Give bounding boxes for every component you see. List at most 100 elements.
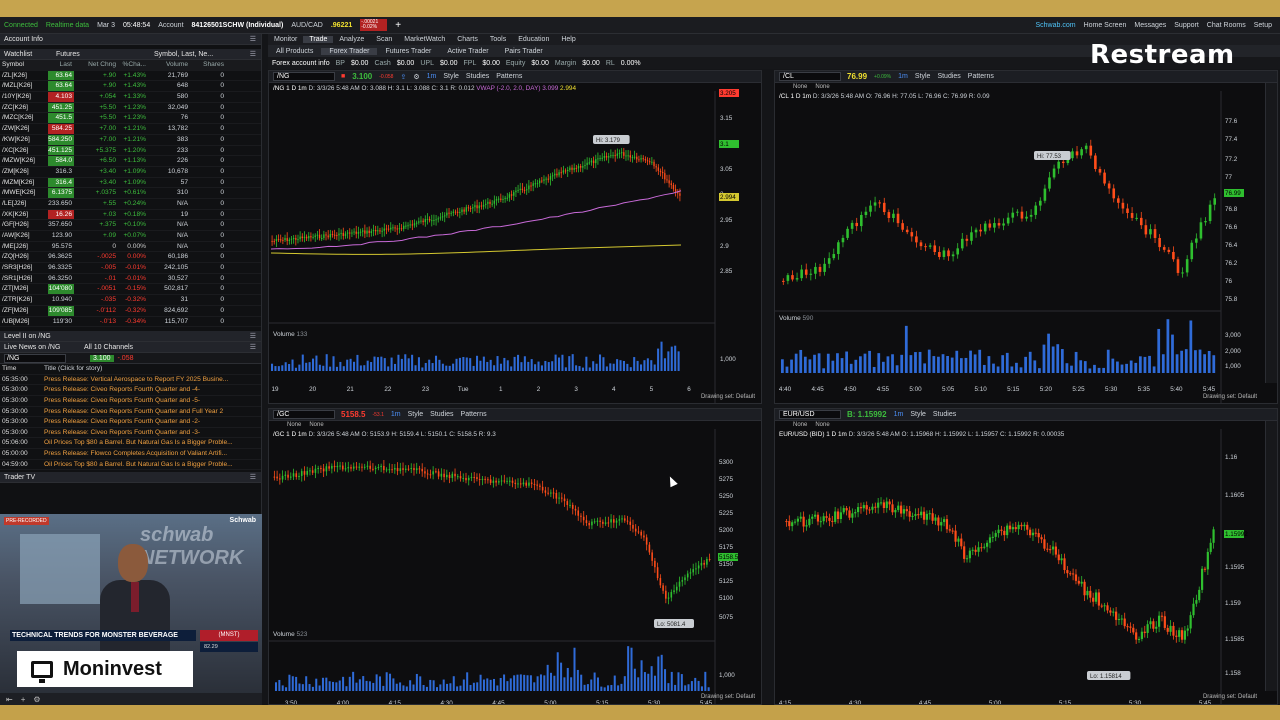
- watchlist-row[interactable]: /MZM[K26] 316.4 +3.40 +1.09% 57 0: [0, 177, 261, 189]
- gear-icon[interactable]: ⚙: [33, 695, 40, 704]
- eurusd-price-plot[interactable]: 1.16 1.1605 1.15992 1.1595 1.159 1.1585 1.158 L…: [775, 409, 1278, 705]
- watchlist-row[interactable]: /SR1[H26] 96.3250 -.01 -0.01% 30,527 0: [0, 274, 261, 285]
- watchlist-row[interactable]: /ZT[M26] 104'080 -.0051 -0.15% 502,817 0: [0, 284, 261, 296]
- news-item[interactable]: 05:30:00 Press Release: Civeo Reports Fou…: [0, 385, 261, 396]
- news-headline[interactable]: Press Release: Flowco Completes Acquisit…: [44, 449, 227, 459]
- subtab-all-products[interactable]: All Products: [268, 48, 321, 55]
- watchlist-row[interactable]: /AW[K26] 123.90 +.09 +0.07% N/A 0: [0, 231, 261, 242]
- watchlist-row[interactable]: /XK[K26] 16.26 +.03 +0.18% 19 0: [0, 209, 261, 221]
- news-headline[interactable]: Oil Prices Top $80 a Barrel. But Natural…: [44, 460, 233, 470]
- eurusd-side-toolbar[interactable]: [1265, 421, 1277, 691]
- news-symbol-input[interactable]: /NG: [4, 353, 66, 363]
- watchlist-row[interactable]: /ZF[M26] 109'085 -.0'112 -0.32% 824,692 0: [0, 305, 261, 317]
- live-news-header[interactable]: Live News on /NG All 10 Channels ☰: [0, 342, 261, 354]
- chat-rooms-button[interactable]: Chat Rooms: [1207, 22, 1246, 29]
- nav-tab-monitor[interactable]: Monitor: [268, 36, 303, 43]
- news-headline[interactable]: Press Release: Civeo Reports Fourth Quar…: [44, 417, 200, 427]
- subtab-futures-trader[interactable]: Futures Trader: [377, 48, 439, 55]
- column-header[interactable]: Last: [48, 60, 74, 70]
- add-icon[interactable]: +: [21, 695, 26, 704]
- news-item[interactable]: 04:59:00 Oil Prices Top $80 a Barrel. But…: [0, 460, 261, 471]
- watchlist-row[interactable]: /ZL[K26] 63.64 +.90 +1.43% 21,769 0: [0, 70, 261, 82]
- watchlist-header[interactable]: Watchlist Futures Symbol, Last, Ne... ☰: [0, 49, 261, 60]
- nav-tab-analyze[interactable]: Analyze: [333, 36, 370, 43]
- news-headline[interactable]: Press Release: Civeo Reports Fourth Quar…: [44, 428, 200, 438]
- news-headline[interactable]: Oil Prices Top $80 a Barrel. But Natural…: [44, 438, 233, 448]
- subtab-forex-trader[interactable]: Forex Trader: [321, 47, 378, 55]
- gc-chart-panel[interactable]: /GC 5158.5 -53.1 1m Style Studies Patter…: [268, 408, 762, 705]
- news-headline[interactable]: Press Release: Vertical Aerospace to Rep…: [44, 375, 228, 385]
- news-headline[interactable]: Press Release: Civeo Reports Fourth Quar…: [44, 407, 223, 417]
- cl-chart-panel[interactable]: /CL 76.99 +0.09% 1m Style Studies Patter…: [774, 70, 1278, 404]
- news-item[interactable]: 05:30:00 Press Release: Civeo Reports Fou…: [0, 407, 261, 418]
- cl-side-toolbar[interactable]: [1265, 83, 1277, 383]
- watchlist-row[interactable]: /ZQ[H26] 96.3625 -.0025 0.00% 60,186 0: [0, 252, 261, 264]
- nav-tab-marketwatch[interactable]: MarketWatch: [398, 36, 451, 43]
- news-channel-filter[interactable]: All 10 Channels: [84, 344, 133, 351]
- watchlist-row[interactable]: /SR3[H26] 96.3325 -.005 -0.01% 242,105 0: [0, 263, 261, 274]
- watchlist-row[interactable]: /LE[J26] 233.650 +.55 +0.24% N/A 0: [0, 199, 261, 210]
- watchlist-row[interactable]: /GF[H26] 357.650 +.375 +0.10% N/A 0: [0, 220, 261, 231]
- nav-tab-help[interactable]: Help: [555, 36, 581, 43]
- nav-tab-trade[interactable]: Trade: [303, 36, 334, 43]
- trader-tv-header[interactable]: Trader TV ☰: [0, 472, 261, 484]
- news-headline[interactable]: Press Release: Civeo Reports Fourth Quar…: [44, 396, 200, 406]
- setup-button[interactable]: Setup: [1254, 22, 1272, 29]
- nav-tab-charts[interactable]: Charts: [451, 36, 484, 43]
- level2-header[interactable]: Level II on /NG ☰: [0, 331, 261, 343]
- watchlist-row[interactable]: /10Y[K26] 4.103 +.054 +1.33% 580 0: [0, 92, 261, 103]
- news-item[interactable]: 05:35:00 Press Release: Vertical Aerospac…: [0, 375, 261, 386]
- ng-drawing-set[interactable]: Drawing set: Default: [701, 394, 755, 400]
- ng-chart-panel[interactable]: /NG ■ 3.100 -0.058 ⇪ ⚙ 1m Style Studies …: [268, 70, 762, 404]
- audcad-symbol[interactable]: AUD/CAD: [291, 22, 323, 29]
- column-header[interactable]: Volume: [148, 60, 190, 70]
- home-screen-button[interactable]: Home Screen: [1084, 22, 1127, 29]
- watchlist-row[interactable]: /MZL[K26] 63.64 +.90 +1.43% 648 0: [0, 81, 261, 93]
- watchlist-row[interactable]: /MWE[K26] 6.1375 +.0375 +0.61% 310 0: [0, 188, 261, 199]
- messages-button[interactable]: Messages: [1134, 22, 1166, 29]
- news-headline[interactable]: Press Release: Civeo Reports Fourth Quar…: [44, 385, 200, 395]
- collapse-icon[interactable]: ⇤: [6, 695, 13, 704]
- news-item[interactable]: 05:30:00 Press Release: Civeo Reports Fou…: [0, 417, 261, 428]
- add-gadget-button[interactable]: +: [395, 20, 401, 31]
- nav-tab-education[interactable]: Education: [512, 36, 555, 43]
- cl-drawing-set[interactable]: Drawing set: Default: [1203, 394, 1257, 400]
- column-header[interactable]: Shares: [190, 60, 226, 70]
- nav-tab-tools[interactable]: Tools: [484, 36, 512, 43]
- symbol-search-input[interactable]: Symbol, Last, Ne...: [154, 51, 213, 58]
- column-header[interactable]: %Cha...: [118, 60, 148, 70]
- news-item[interactable]: 05:30:00 Press Release: Civeo Reports Fou…: [0, 396, 261, 407]
- watchlist-row[interactable]: /MZW[K26] 584.0 +6.50 +1.13% 226 0: [0, 156, 261, 167]
- watchlist-row[interactable]: /UB[M26] 119'30 -.0'13 -0.34% 115,707 0: [0, 317, 261, 328]
- watchlist-row[interactable]: /KW[K26] 584.250 +7.00 +1.21% 383 0: [0, 134, 261, 146]
- watchlist-row[interactable]: /ZM[K26] 316.3 +3.40 +1.09% 10,678 0: [0, 167, 261, 178]
- gc-price-plot[interactable]: 5300 5275 5250 5225 5200 5175 5158.55150 5125 51…: [269, 409, 762, 705]
- eur-candle: [928, 510, 931, 520]
- watchlist-row[interactable]: /ZTR[K26] 10.940 -.035 -0.32% 31 0: [0, 295, 261, 306]
- watchlist-row[interactable]: /ME[J26] 95.575 0 0.00% N/A 0: [0, 242, 261, 253]
- watchlist-column-headers[interactable]: Symbol Last Net Chng %Cha... Volume Shares: [0, 60, 261, 71]
- eurusd-chart-panel[interactable]: EUR/USD B: 1.15992 1m Style Studies None…: [774, 408, 1278, 705]
- news-column-headers[interactable]: Time Title (Click for story): [0, 364, 261, 375]
- gc-drawing-set[interactable]: Drawing set: Default: [701, 694, 755, 700]
- column-header[interactable]: Symbol: [2, 60, 48, 70]
- subtab-active-trader[interactable]: Active Trader: [439, 48, 496, 55]
- column-header[interactable]: Net Chng: [74, 60, 118, 70]
- subtab-pairs-trader[interactable]: Pairs Trader: [497, 48, 551, 55]
- eurusd-drawing-set[interactable]: Drawing set: Default: [1203, 694, 1257, 700]
- cl-price-plot[interactable]: 77.6 77.4 77.2 77 76.99 76.8 76.6 76.4 76.2 76 75.…: [775, 71, 1278, 404]
- watchlist-row[interactable]: /XC[K26] 451.125 +5.375 +1.20% 233 0: [0, 145, 261, 157]
- ng-price-plot[interactable]: 3.205 3.15 3.1 3.05 3 2.994 2.95 2.9 2.85 Hi: 3.1…: [269, 71, 762, 404]
- nav-tab-scan[interactable]: Scan: [370, 36, 398, 43]
- schwab-link[interactable]: Schwab.com: [1035, 22, 1075, 29]
- watchlist-row[interactable]: /ZW[K26] 584.25 +7.00 +1.21% 13,782 0: [0, 124, 261, 135]
- watchlist-select[interactable]: Futures: [56, 51, 136, 58]
- watchlist-row[interactable]: /ZC[K26] 451.25 +5.50 +1.23% 32,049 0: [0, 102, 261, 114]
- watchlist-row[interactable]: /MZC[K26] 451.5 +5.50 +1.23% 76 0: [0, 113, 261, 125]
- news-item[interactable]: 05:00:00 Press Release: Flowco Completes …: [0, 449, 261, 460]
- account-select[interactable]: 84126501SCHW (Individual): [192, 22, 284, 29]
- account-info-header[interactable]: Account Info ☰: [0, 34, 261, 45]
- news-item[interactable]: 05:06:00 Oil Prices Top $80 a Barrel. But…: [0, 438, 261, 449]
- news-item[interactable]: 05:30:00 Press Release: Civeo Reports Fou…: [0, 428, 261, 439]
- support-button[interactable]: Support: [1174, 22, 1199, 29]
